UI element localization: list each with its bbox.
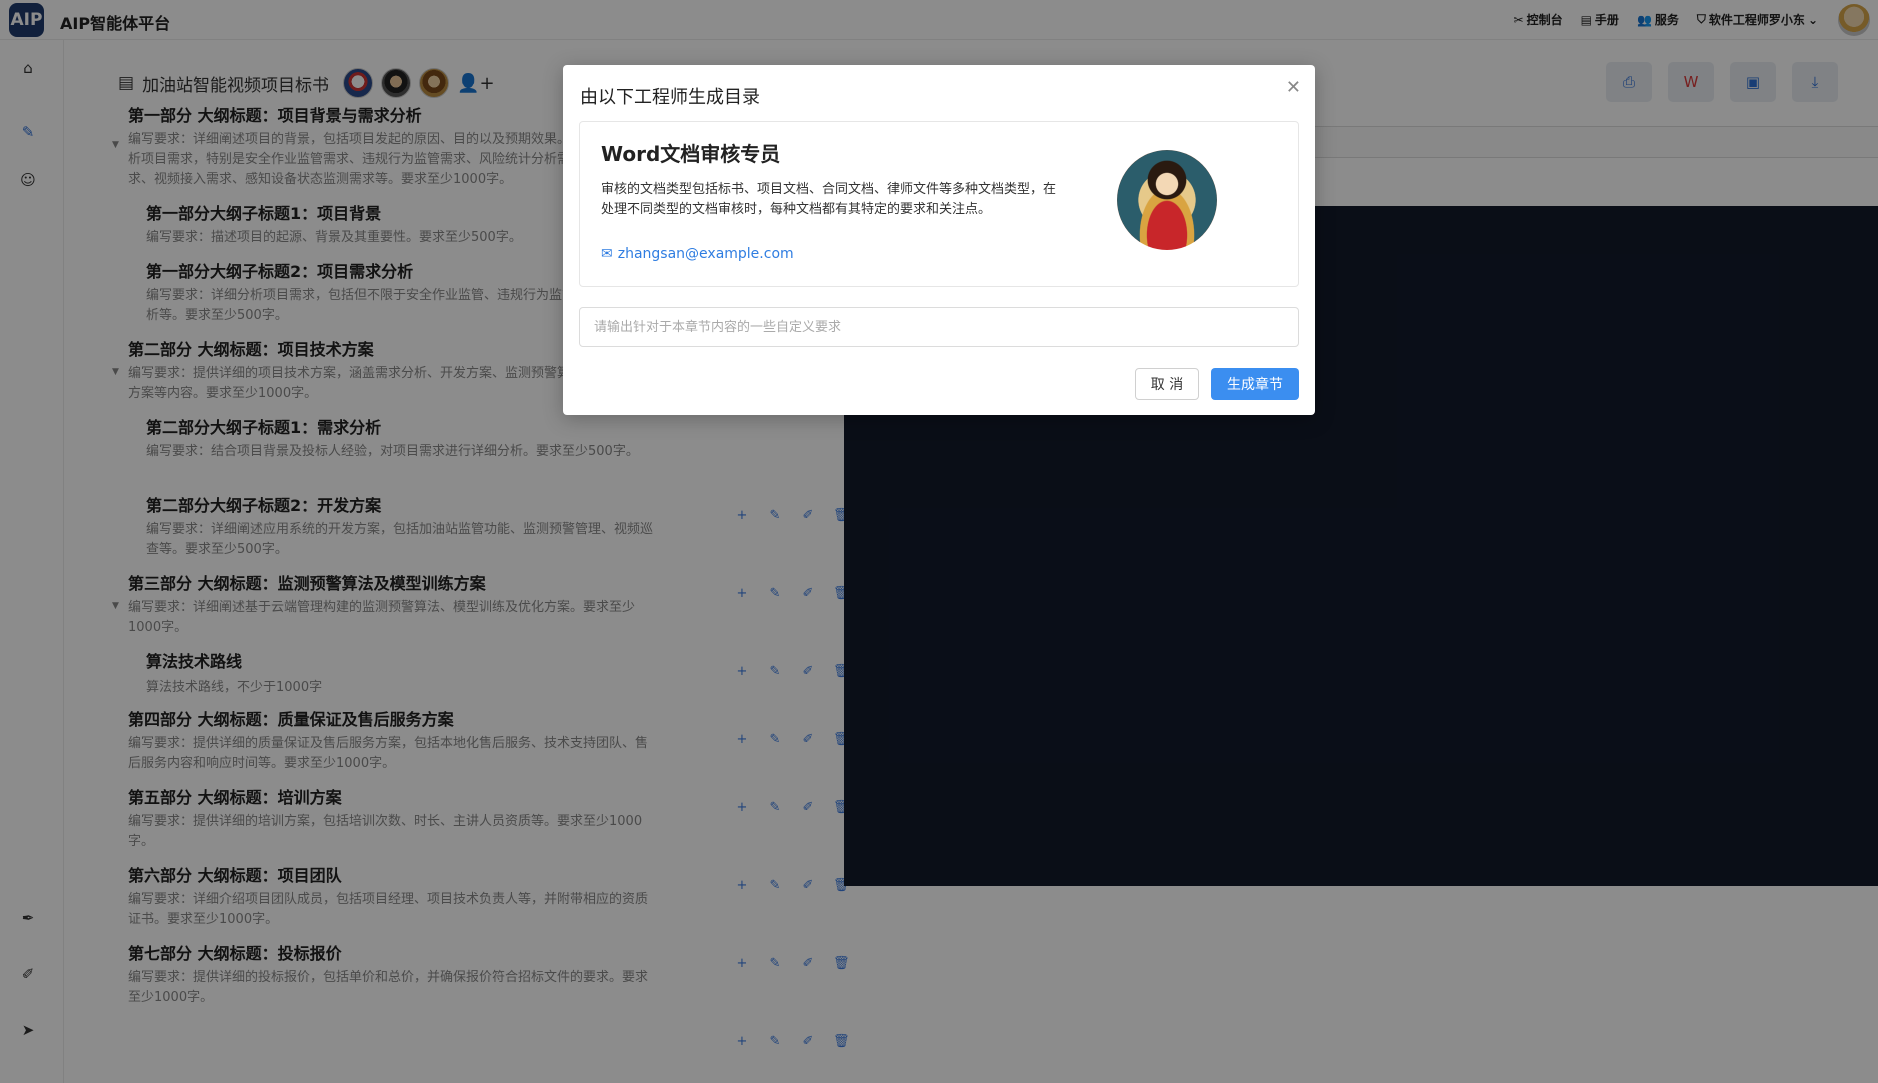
engineer-email[interactable]: ✉ zhangsan@example.com [601, 246, 794, 262]
engineer-card[interactable]: Word文档审核专员 审核的文档类型包括标书、项目文档、合同文档、律师文件等多种… [579, 121, 1299, 287]
cancel-button[interactable]: 取 消 [1135, 368, 1199, 400]
generate-chapter-button[interactable]: 生成章节 [1211, 368, 1299, 400]
engineer-email-text: zhangsan@example.com [617, 246, 794, 262]
close-icon[interactable]: ✕ [1286, 77, 1301, 98]
mail-icon: ✉ [601, 246, 613, 262]
generate-outline-dialog: 由以下工程师生成目录 ✕ Word文档审核专员 审核的文档类型包括标书、项目文档… [563, 65, 1315, 415]
dialog-title: 由以下工程师生成目录 [580, 87, 760, 108]
custom-requirement-input[interactable] [579, 307, 1299, 347]
engineer-name: Word文档审核专员 [601, 142, 781, 166]
engineer-avatar [1117, 150, 1217, 250]
engineer-description: 审核的文档类型包括标书、项目文档、合同文档、律师文件等多种文档类型，在处理不同类… [601, 182, 1057, 217]
